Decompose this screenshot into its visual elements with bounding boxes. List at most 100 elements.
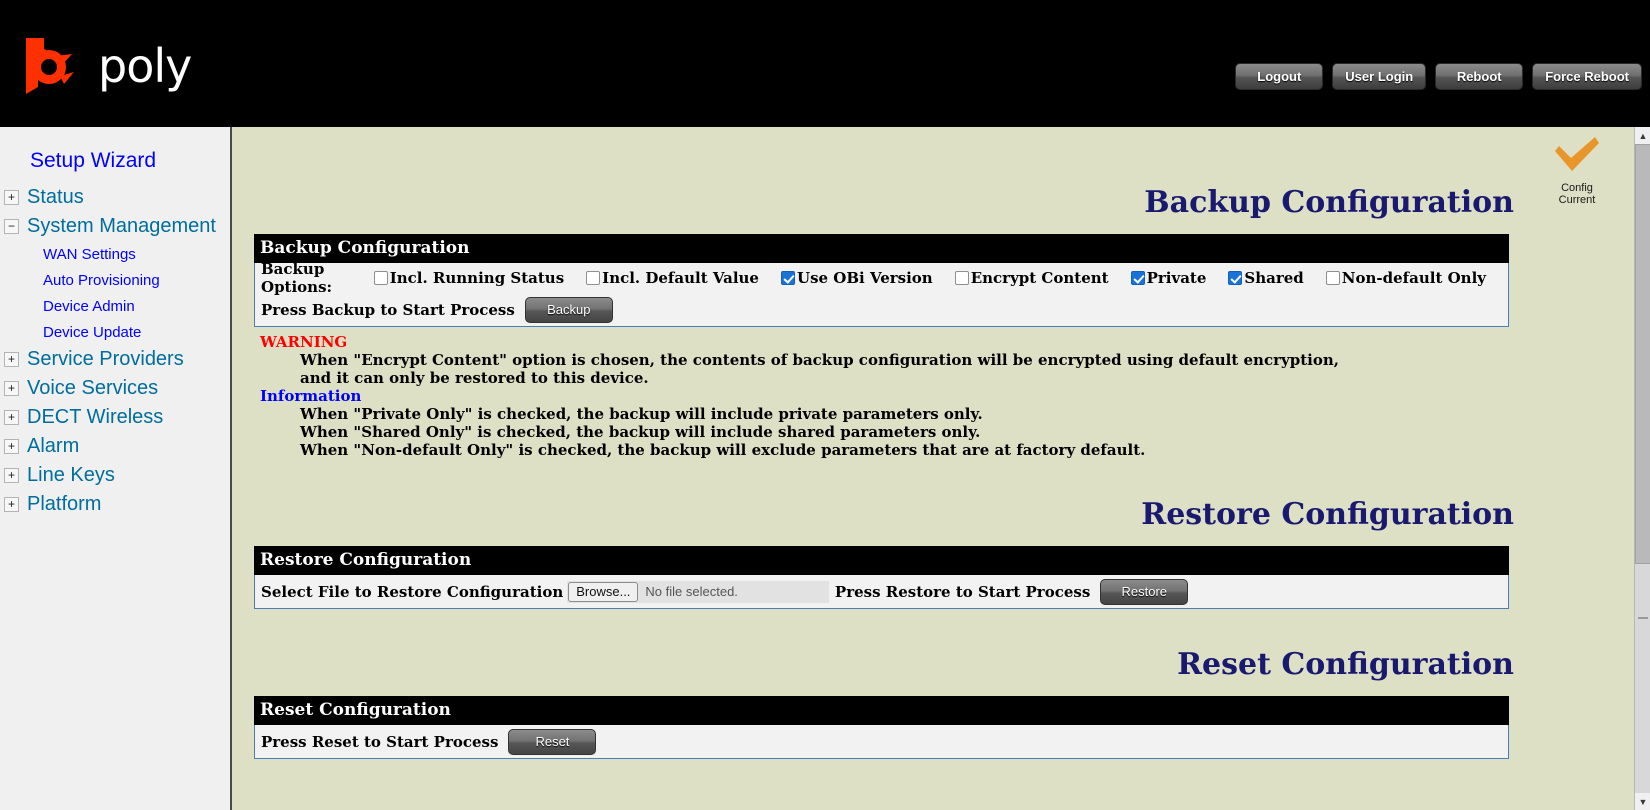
checkbox-box-icon[interactable] [586, 271, 601, 285]
restore-panel-header: Restore Configuration [254, 546, 1509, 575]
scrollbar-track-mark [1638, 617, 1648, 619]
header-button-group: Logout User Login Reboot Force Reboot [1235, 63, 1642, 90]
sidebar-item-line-keys[interactable]: + Line Keys [0, 461, 230, 490]
expand-toggle-icon[interactable]: + [4, 468, 19, 483]
backup-panel: Backup Configuration Backup Options: Inc… [254, 234, 1509, 327]
restore-panel: Restore Configuration Select File to Res… [254, 546, 1509, 609]
warning-line: When "Encrypt Content" option is chosen,… [300, 351, 1339, 369]
information-heading: Information [260, 387, 362, 405]
sidebar-item-device-update[interactable]: Device Update [0, 319, 230, 345]
checkbox-box-icon[interactable] [1325, 271, 1340, 285]
expand-toggle-icon[interactable]: + [4, 190, 19, 205]
sidebar-item-label: DECT Wireless [27, 406, 164, 428]
expand-toggle-icon[interactable]: + [4, 439, 19, 454]
sidebar-item-label: Status [27, 186, 84, 208]
sidebar-item-alarm[interactable]: + Alarm [0, 432, 230, 461]
reset-button[interactable]: Reset [508, 728, 597, 755]
reset-panel-header: Reset Configuration [254, 696, 1509, 725]
page-title-restore: Restore Configuration [1141, 497, 1514, 532]
logout-button[interactable]: Logout [1235, 63, 1324, 90]
checkbox-label: Incl. Running Status [389, 269, 565, 287]
checkbox-label: Private [1146, 269, 1207, 287]
browse-button[interactable]: Browse... [568, 581, 639, 602]
status-badge-line2: Current [1558, 194, 1596, 206]
checkbox-private[interactable]: Private [1130, 269, 1207, 287]
expand-toggle-icon[interactable]: + [4, 497, 19, 512]
restore-select-label: Select File to Restore Configuration [261, 582, 564, 601]
reboot-button[interactable]: Reboot [1435, 63, 1524, 90]
sidebar-item-setup-wizard[interactable]: Setup Wizard [0, 145, 230, 183]
status-badge-line1: Config [1561, 182, 1593, 194]
checkbox-checked-icon[interactable] [1130, 271, 1145, 285]
checkbox-use-obi-version[interactable]: Use OBi Version [780, 269, 933, 287]
collapse-toggle-icon[interactable]: − [4, 219, 19, 234]
status-badge: Config Current [1542, 135, 1612, 206]
sidebar-item-label: Service Providers [27, 348, 184, 370]
sidebar-item-service-providers[interactable]: + Service Providers [0, 345, 230, 374]
sidebar-item-system-management[interactable]: − System Management [0, 212, 230, 241]
reset-panel-body: Press Reset to Start Process Reset [254, 725, 1509, 759]
expand-toggle-icon[interactable]: + [4, 410, 19, 425]
backup-panel-body: Backup Options: Incl. Running Status Inc… [254, 260, 1509, 327]
information-line: When "Private Only" is checked, the back… [300, 405, 983, 423]
user-login-button[interactable]: User Login [1332, 63, 1427, 90]
checkbox-non-default-only[interactable]: Non-default Only [1325, 269, 1486, 287]
sidebar-nav: Setup Wizard + Status − System Managemen… [0, 127, 232, 810]
restore-action-label: Press Restore to Start Process [834, 582, 1091, 601]
sidebar-item-label: Alarm [27, 435, 80, 457]
expand-toggle-icon[interactable]: + [4, 381, 19, 396]
checkbox-encrypt-content[interactable]: Encrypt Content [954, 269, 1109, 287]
sidebar-item-voice-services[interactable]: + Voice Services [0, 374, 230, 403]
selected-file-name: No file selected. [645, 584, 738, 599]
information-line: When "Non-default Only" is checked, the … [300, 441, 1146, 459]
restore-panel-body: Select File to Restore Configuration Bro… [254, 575, 1509, 609]
expand-toggle-icon[interactable]: + [4, 352, 19, 367]
checkbox-shared[interactable]: Shared [1228, 269, 1304, 287]
sidebar-item-device-admin[interactable]: Device Admin [0, 293, 230, 319]
restore-file-input[interactable]: Browse... No file selected. [567, 580, 829, 603]
page-title-backup: Backup Configuration [1144, 185, 1514, 220]
sidebar-item-label: Line Keys [27, 464, 115, 486]
checkbox-checked-icon[interactable] [1228, 271, 1243, 285]
scroll-up-arrow-icon[interactable]: ▲ [1635, 127, 1650, 144]
checkbox-box-icon[interactable] [373, 271, 388, 285]
sidebar-item-status[interactable]: + Status [0, 183, 230, 212]
information-line: When "Shared Only" is checked, the backu… [300, 423, 981, 441]
restore-action-row: Select File to Restore Configuration Bro… [255, 575, 1508, 608]
backup-options-row: Backup Options: Incl. Running Status Inc… [255, 260, 1508, 296]
checkbox-checked-icon[interactable] [780, 271, 795, 285]
brand-name: poly [98, 39, 192, 93]
warning-heading: WARNING [260, 333, 348, 351]
checkbox-incl-running-status[interactable]: Incl. Running Status [373, 269, 565, 287]
checkbox-incl-default-value[interactable]: Incl. Default Value [586, 269, 759, 287]
backup-action-row: Press Backup to Start Process Backup [255, 293, 1508, 326]
backup-options-label: Backup Options: [261, 260, 333, 296]
restore-button[interactable]: Restore [1100, 578, 1189, 605]
checkbox-label: Encrypt Content [970, 269, 1109, 287]
sidebar-item-label: System Management [27, 215, 216, 237]
reset-action-label: Press Reset to Start Process [261, 732, 499, 751]
backup-button[interactable]: Backup [524, 296, 613, 323]
checkbox-label: Use OBi Version [796, 269, 933, 287]
page-root: poly Logout User Login Reboot Force Rebo… [0, 0, 1650, 810]
warning-line: and it can only be restored to this devi… [300, 369, 649, 387]
force-reboot-button[interactable]: Force Reboot [1532, 63, 1642, 90]
reset-panel: Reset Configuration Press Reset to Start… [254, 696, 1509, 759]
backup-action-label: Press Backup to Start Process [261, 300, 515, 319]
backup-panel-header: Backup Configuration [254, 234, 1509, 263]
checkbox-label: Non-default Only [1341, 269, 1486, 287]
poly-logo-icon [26, 38, 74, 94]
sidebar-item-auto-provisioning[interactable]: Auto Provisioning [0, 267, 230, 293]
sidebar-item-label: Platform [27, 493, 102, 515]
checkmark-icon [1555, 137, 1599, 171]
vertical-scrollbar[interactable]: ▲ ▼ [1634, 127, 1650, 810]
sidebar-item-dect-wireless[interactable]: + DECT Wireless [0, 403, 230, 432]
scrollbar-thumb[interactable] [1635, 144, 1650, 564]
scroll-down-arrow-icon[interactable]: ▼ [1635, 793, 1650, 810]
main-content: Config Current Backup Configuration Back… [232, 127, 1634, 810]
sidebar-item-platform[interactable]: + Platform [0, 490, 230, 519]
checkbox-label: Incl. Default Value [602, 269, 759, 287]
sidebar-item-wan-settings[interactable]: WAN Settings [0, 241, 230, 267]
checkbox-box-icon[interactable] [954, 271, 969, 285]
page-title-reset: Reset Configuration [1177, 647, 1514, 682]
